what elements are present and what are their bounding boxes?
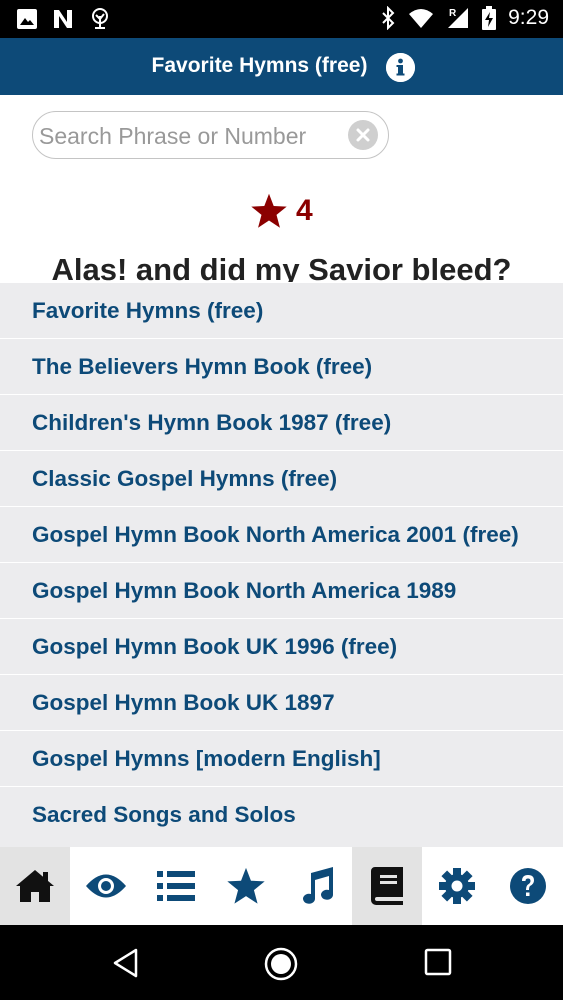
tab-help[interactable] [493,847,563,925]
star-icon [227,867,265,904]
book-list: Favorite Hymns (free) The Believers Hymn… [0,283,563,847]
star-icon [251,193,287,228]
question-circle-icon [509,868,546,904]
recents-square-icon [424,948,452,976]
favorite-rating[interactable]: 4 [250,193,313,229]
list-item[interactable]: Gospel Hymns [modern English] [0,731,563,787]
home-button[interactable] [264,947,298,981]
list-item[interactable]: The Believers Hymn Book (free) [0,339,563,395]
list-item[interactable]: Gospel Hymn Book UK 1897 [0,675,563,731]
status-time: 9:29 [508,6,549,29]
tab-settings[interactable] [422,847,492,925]
list-item[interactable]: Gospel Hymn Book North America 1989 [0,563,563,619]
clear-search-button[interactable] [348,120,378,150]
signal-roaming-icon: R [448,8,469,28]
rating-count: 4 [296,194,313,227]
tab-list[interactable] [141,847,211,925]
bluetooth-icon [382,6,395,30]
app-header: Favorite Hymns (free) [0,38,563,95]
tab-favorites[interactable] [211,847,281,925]
list-item[interactable]: Sacred Songs and Solos [0,787,563,843]
info-button[interactable] [386,53,415,82]
list-item[interactable]: Favorite Hymns (free) [0,283,563,339]
search-box [32,111,389,159]
tab-books[interactable] [351,847,423,925]
tab-music[interactable] [282,847,352,925]
tab-view[interactable] [70,847,140,925]
svg-text:R: R [449,8,457,19]
list-item[interactable]: Classic Gospel Hymns (free) [0,451,563,507]
music-note-icon [302,867,333,904]
wifi-icon [409,9,434,28]
tree-app-icon [92,8,108,29]
back-button[interactable] [110,947,142,979]
tab-bar [0,847,563,925]
book-icon [371,867,404,905]
tab-home[interactable] [0,847,71,925]
image-icon [17,9,37,29]
info-circle-icon [386,53,415,82]
eye-icon [85,874,126,898]
back-icon [113,948,138,978]
recents-button[interactable] [423,947,455,979]
list-icon [156,871,195,901]
home-circle-icon [264,947,298,981]
list-item[interactable]: Gospel Hymn Book UK 1996 (free) [0,619,563,675]
list-item[interactable]: Gospel Hymn Book North America 2001 (fre… [0,507,563,563]
close-icon [356,128,370,142]
status-bar: R 9:29 [0,0,563,38]
battery-charging-icon [482,6,497,30]
hymn-title: Alas! and did my Savior bleed? [51,252,512,282]
search-input[interactable] [37,120,341,152]
system-nav-bar [0,925,563,1000]
home-icon [16,870,55,902]
gear-icon [439,868,476,904]
header-title: Favorite Hymns (free) [151,54,368,77]
n-app-icon [54,10,72,28]
list-item[interactable]: Children's Hymn Book 1987 (free) [0,395,563,451]
